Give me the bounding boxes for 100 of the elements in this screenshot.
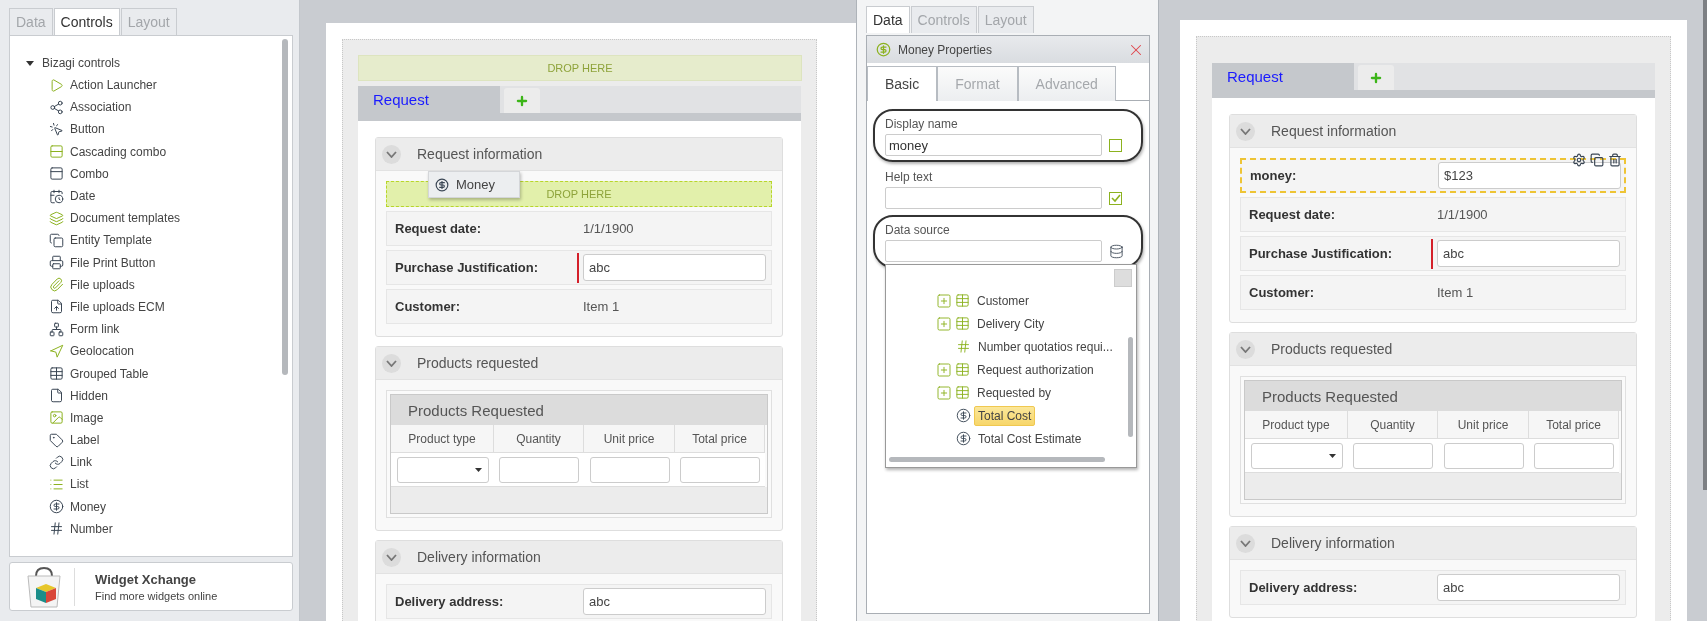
layers-icon — [49, 210, 64, 226]
text-input[interactable]: abc — [583, 588, 766, 615]
column-header: Quantity — [494, 425, 584, 453]
cell-input[interactable] — [1443, 442, 1524, 469]
chevron-icon[interactable] — [1236, 533, 1255, 553]
drag-preview-tooltip[interactable]: Money — [428, 171, 520, 198]
scrollbar-thumb[interactable] — [1128, 337, 1133, 437]
chevron-icon[interactable] — [382, 144, 401, 164]
section-header[interactable]: Delivery information — [376, 541, 782, 574]
control-item[interactable]: Form link — [70, 322, 120, 337]
text-input[interactable]: money — [885, 134, 1102, 156]
control-item[interactable]: File Print Button — [70, 255, 156, 270]
source-item[interactable]: Request authorization — [973, 359, 1098, 380]
tag-icon — [49, 432, 64, 448]
scrollbar-thumb[interactable] — [282, 39, 288, 375]
source-item[interactable]: Number quotatios requi... — [974, 336, 1117, 357]
form-row[interactable]: Delivery address: abc — [1240, 570, 1626, 605]
scrollbar-thumb[interactable] — [889, 457, 1105, 462]
source-item[interactable]: Total Cost — [974, 405, 1036, 426]
control-item[interactable]: Entity Template — [70, 233, 152, 248]
control-item[interactable]: List — [70, 477, 89, 492]
control-item[interactable]: Combo — [70, 166, 109, 181]
chevron-icon[interactable] — [1236, 339, 1255, 359]
section-header[interactable]: Delivery information — [1230, 527, 1636, 560]
control-item[interactable]: Button — [70, 122, 105, 137]
control-item[interactable]: Cascading combo — [70, 144, 167, 159]
source-item[interactable]: Requested by — [973, 382, 1056, 403]
column-header: Quantity — [1348, 411, 1438, 439]
section-header[interactable]: Request information — [1230, 115, 1636, 148]
control-item[interactable]: Link — [70, 455, 92, 470]
control-item[interactable]: Grouped Table — [70, 366, 149, 381]
text-input[interactable]: $123 — [1438, 162, 1621, 189]
control-item[interactable]: Number — [70, 521, 113, 536]
source-item[interactable]: Customer — [973, 290, 1033, 311]
form-row[interactable]: Purchase Justification: abc — [1240, 236, 1626, 271]
control-item[interactable]: Date — [70, 189, 96, 204]
source-item[interactable]: Delivery City — [973, 313, 1049, 334]
tree-label[interactable]: Bizagi controls — [42, 56, 121, 70]
settings-icon[interactable] — [1572, 153, 1586, 167]
control-item[interactable]: Geolocation — [70, 344, 135, 359]
control-item[interactable]: File uploads — [70, 277, 135, 292]
panel-tab[interactable]: Data — [866, 6, 910, 33]
control-item[interactable]: Image — [70, 410, 104, 425]
panel-tab[interactable]: Controls — [53, 8, 120, 35]
scroll-button[interactable] — [1114, 269, 1132, 287]
dropdown[interactable] — [1250, 442, 1343, 469]
dropdown[interactable] — [396, 456, 489, 483]
checkbox[interactable] — [1109, 191, 1122, 205]
chevron-icon[interactable] — [382, 547, 401, 567]
form-row[interactable]: money: $123 — [1240, 158, 1626, 193]
control-item[interactable]: Action Launcher — [70, 78, 157, 93]
control-item[interactable]: Money — [70, 499, 107, 514]
expand-icon[interactable] — [936, 292, 952, 309]
button-icon — [49, 121, 64, 137]
form-tab[interactable]: Request — [358, 86, 500, 113]
database-icon[interactable] — [1109, 243, 1124, 259]
cell-input[interactable] — [680, 456, 760, 483]
caret-icon[interactable] — [26, 59, 34, 67]
section-header[interactable]: Request information — [376, 138, 782, 171]
form-row[interactable]: Request date: 1/1/1900 — [1240, 197, 1626, 232]
copy-icon[interactable] — [1590, 153, 1604, 167]
form-row[interactable]: Customer: Item 1 — [386, 289, 772, 324]
properties-tab[interactable]: Basic — [867, 66, 938, 101]
form-tab[interactable]: Request — [1212, 63, 1354, 90]
field-label: Request date: — [395, 221, 482, 236]
trash-icon[interactable] — [1608, 153, 1622, 167]
widget-xchange-banner[interactable]: Widget Xchange Find more widgets online — [9, 562, 293, 611]
text-input[interactable] — [885, 240, 1102, 262]
expand-icon[interactable] — [936, 315, 952, 332]
expand-icon[interactable] — [936, 384, 952, 401]
cell-input[interactable] — [1534, 442, 1614, 469]
text-input[interactable]: abc — [1437, 240, 1620, 267]
add-tab-button[interactable] — [1358, 65, 1394, 90]
form-row[interactable]: Request date: 1/1/1900 — [386, 211, 772, 246]
checkbox[interactable] — [1109, 138, 1122, 152]
text-input[interactable]: abc — [583, 254, 766, 281]
source-item[interactable]: Total Cost Estimate — [974, 428, 1086, 449]
printer-icon — [49, 255, 64, 271]
upload-icon — [49, 299, 64, 315]
cell-input[interactable] — [589, 456, 670, 483]
chevron-icon[interactable] — [1236, 121, 1255, 141]
expand-icon[interactable] — [936, 361, 952, 378]
text-input[interactable] — [885, 187, 1102, 209]
form-row[interactable]: Delivery address: abc — [386, 584, 772, 619]
form-row[interactable]: Purchase Justification: abc — [386, 250, 772, 285]
text-input[interactable]: abc — [1437, 574, 1620, 601]
chevron-icon[interactable] — [382, 353, 401, 373]
control-item[interactable]: Hidden — [70, 388, 109, 403]
add-tab-button[interactable] — [504, 88, 540, 113]
list-icon — [49, 476, 64, 492]
control-item[interactable]: Association — [70, 100, 132, 115]
control-item[interactable]: Document templates — [70, 211, 181, 226]
control-item[interactable]: File uploads ECM — [70, 299, 165, 314]
section-header[interactable]: Products requested — [1230, 333, 1636, 366]
control-item[interactable]: Label — [70, 433, 100, 448]
cell-input[interactable] — [1353, 442, 1433, 469]
cell-input[interactable] — [499, 456, 579, 483]
form-row[interactable]: Customer: Item 1 — [1240, 275, 1626, 310]
scrollbar-thumb[interactable] — [1703, 0, 1707, 490]
section-header[interactable]: Products requested — [376, 347, 782, 380]
